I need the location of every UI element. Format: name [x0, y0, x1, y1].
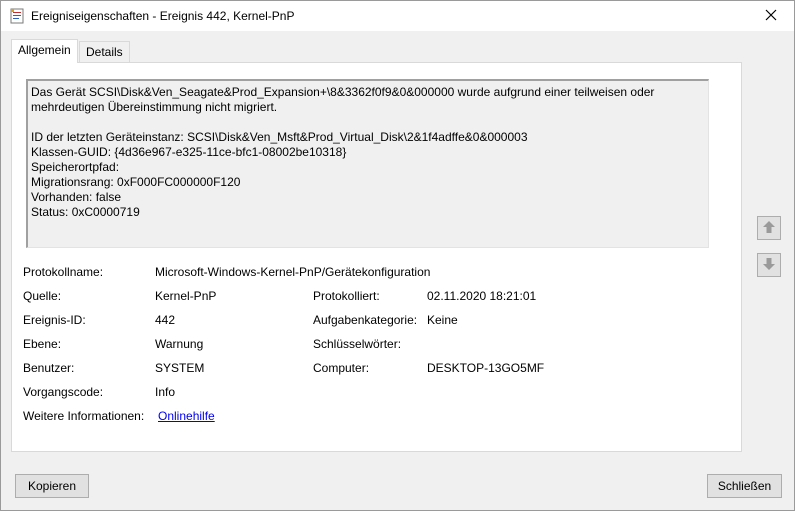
protokollname-value: Microsoft-Windows-Kernel-PnP/Gerätekonfi…	[155, 265, 431, 279]
description-line	[31, 115, 701, 130]
tab-details[interactable]: Details	[79, 41, 130, 62]
description-line: ID der letzten Geräteinstanz: SCSI\Disk&…	[31, 130, 528, 144]
vorgangscode-value: Info	[155, 385, 176, 399]
aufgabenkategorie-label: Aufgabenkategorie:	[313, 313, 418, 327]
description-line: Vorhanden: false	[31, 190, 122, 204]
tab-allgemein[interactable]: Allgemein	[11, 39, 78, 63]
computer-value: DESKTOP-13GO5MF	[427, 361, 545, 375]
window-title: Ereigniseigenschaften - Ereignis 442, Ke…	[31, 9, 295, 23]
schluesselwoerter-label: Schlüsselwörter:	[313, 337, 402, 351]
computer-label: Computer:	[313, 361, 370, 375]
quelle-label: Quelle:	[23, 289, 62, 303]
protokolliert-value: 02.11.2020 18:21:01	[427, 289, 537, 303]
benutzer-label: Benutzer:	[23, 361, 75, 375]
quelle-value: Kernel-PnP	[155, 289, 217, 303]
description-line: Das Gerät SCSI\Disk&Ven_Seagate&Prod_Exp…	[31, 85, 655, 99]
copy-button[interactable]: Kopieren	[15, 474, 89, 498]
event-properties-icon	[10, 8, 24, 24]
close-button[interactable]: Schließen	[707, 474, 782, 498]
previous-event-button[interactable]	[757, 216, 781, 240]
aufgabenkategorie-value: Keine	[427, 313, 458, 327]
close-window-button[interactable]	[748, 1, 794, 31]
ebene-value: Warnung	[155, 337, 204, 351]
title-bar: Ereigniseigenschaften - Ereignis 442, Ke…	[1, 1, 794, 31]
weitere-informationen-label: Weitere Informationen:	[23, 409, 145, 423]
next-event-button[interactable]	[757, 253, 781, 277]
onlinehilfe-link[interactable]: Onlinehilfe	[158, 409, 215, 423]
benutzer-value: SYSTEM	[155, 361, 205, 375]
protokollname-label: Protokollname:	[23, 265, 104, 279]
description-line: Status: 0xC0000719	[31, 205, 140, 219]
close-icon	[765, 9, 777, 24]
event-properties-window: Ereigniseigenschaften - Ereignis 442, Ke…	[0, 0, 795, 511]
vorgangscode-label: Vorgangscode:	[23, 385, 104, 399]
description-line: mehrdeutigen Übereinstimmung nicht migri…	[31, 100, 278, 114]
event-description: Das Gerät SCSI\Disk&Ven_Seagate&Prod_Exp…	[31, 85, 701, 220]
ereignis-id-label: Ereignis-ID:	[23, 313, 86, 327]
ereignis-id-value: 442	[155, 313, 176, 327]
arrow-down-icon	[762, 257, 776, 274]
description-line: Migrationsrang: 0xF000FC000000F120	[31, 175, 241, 189]
description-line: Klassen-GUID: {4d36e967-e325-11ce-bfc1-0…	[31, 145, 347, 159]
ebene-label: Ebene:	[23, 337, 62, 351]
arrow-up-icon	[762, 220, 776, 237]
protokolliert-label: Protokolliert:	[313, 289, 380, 303]
event-description-box[interactable]: Das Gerät SCSI\Disk&Ven_Seagate&Prod_Exp…	[26, 79, 709, 248]
general-panel: Das Gerät SCSI\Disk&Ven_Seagate&Prod_Exp…	[11, 62, 742, 452]
description-line: Speicherortpfad:	[31, 160, 120, 174]
